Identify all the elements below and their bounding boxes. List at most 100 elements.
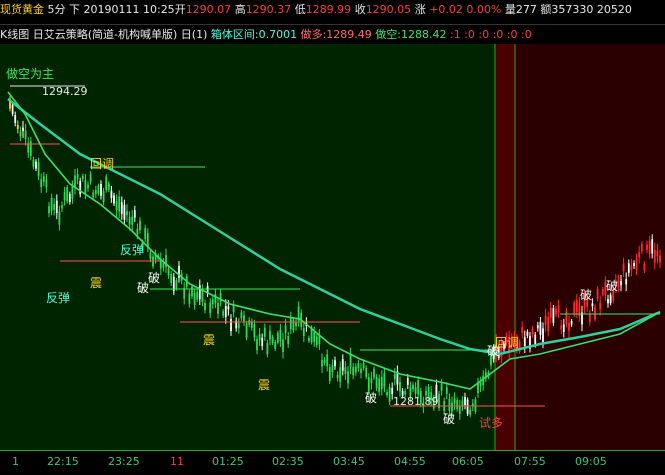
candle-body [549, 307, 552, 318]
candle-body [274, 342, 277, 349]
low-label: 低 [294, 3, 306, 16]
vol-value: 277 [515, 3, 537, 16]
candle-body [328, 367, 331, 381]
candle-body [149, 253, 152, 259]
annotation-break-a: 破 [148, 270, 160, 285]
candle-body [627, 263, 630, 273]
box-range: 箱体区间:0.7001 [210, 28, 298, 41]
time-tick: 11 [170, 455, 184, 468]
candle-body [331, 365, 334, 372]
annotation-rebound-1: 反弹 [120, 243, 144, 257]
candle-body [594, 306, 596, 320]
candle-body [659, 255, 661, 263]
candle-body [321, 359, 323, 367]
candle-body [469, 409, 472, 415]
period-label[interactable]: 5分 [48, 3, 66, 16]
time-tick: 02:35 [272, 455, 304, 468]
change-value: +0.02 [429, 3, 463, 16]
candle-body [386, 392, 388, 396]
annotation-price-high: 1294.29 [42, 85, 88, 98]
annotation-pullback-2: 回调 [495, 336, 519, 350]
high-value: 1290.37 [245, 3, 292, 16]
candle-body [256, 339, 258, 351]
candle-body [539, 321, 542, 335]
candle-body [596, 288, 599, 299]
bg-mid-zone [495, 44, 515, 450]
strategy-period: 日(1) [180, 28, 208, 41]
candle-body [107, 183, 110, 191]
candle-body [380, 376, 383, 389]
annotation-break-b: 破 [137, 280, 149, 295]
candle-body [568, 322, 570, 331]
candle-body [536, 325, 539, 329]
candle-body [11, 104, 14, 114]
low-value: 1289.99 [305, 3, 352, 16]
candle-body [334, 360, 336, 367]
quote-header: 现货黄金 5分 下 20190111 10:25开1290.07 高1290.3… [0, 0, 665, 20]
candle-body [633, 263, 635, 267]
candle-body [24, 130, 27, 139]
candle-body [263, 327, 266, 337]
candle-body [534, 334, 537, 345]
candle-body [198, 285, 201, 300]
candle-body [474, 399, 477, 412]
candle-body [211, 299, 214, 305]
candle-body [271, 336, 274, 344]
flag-values: :1 :0 :0 :0 :0 :0 [449, 28, 532, 41]
candle-body [653, 249, 656, 263]
candle-body [237, 323, 240, 329]
candle-body [120, 202, 123, 214]
candle-body [622, 263, 625, 272]
candle-body [16, 125, 19, 129]
candle-body [526, 331, 529, 336]
candle-body [479, 382, 482, 387]
annotation-shake-3: 震 [258, 378, 270, 392]
candle-body [638, 252, 641, 258]
candle-body [40, 179, 43, 188]
strategy-name[interactable]: 日艾云策略(简道-机构喊单版) [33, 28, 178, 41]
candle-body [466, 399, 469, 414]
candle-body [378, 378, 381, 392]
high-label: 高 [234, 3, 246, 16]
candle-body [521, 326, 524, 333]
candle-body [118, 196, 121, 212]
chart-type-label[interactable]: K线图 [0, 28, 29, 41]
annotation-break-g: 破 [606, 278, 618, 293]
candle-body [94, 189, 97, 195]
candle-body [552, 308, 555, 323]
candle-body [292, 319, 295, 331]
candle-body [183, 288, 186, 299]
candle-body [388, 386, 391, 402]
candle-body [68, 193, 71, 203]
candle-body [289, 316, 292, 330]
candle-body [37, 162, 40, 176]
candle-body [362, 363, 365, 369]
candle-body [573, 302, 576, 315]
annotation-shake-1: 震 [90, 276, 102, 290]
candle-body [35, 161, 37, 169]
candle-body [196, 291, 199, 300]
candle-body [76, 173, 79, 179]
open-label: 开 [174, 3, 186, 16]
candle-body [458, 405, 461, 414]
candle-body [591, 303, 594, 307]
candle-body [102, 191, 105, 202]
candle-body [354, 366, 357, 373]
close-label: 收 [354, 3, 366, 16]
candle-body [326, 354, 329, 367]
candle-body [601, 288, 604, 295]
candle-body [341, 359, 344, 371]
candle-body [414, 387, 417, 394]
candle-body [126, 211, 128, 216]
candle-body [243, 315, 245, 322]
candle-body [620, 280, 622, 286]
candle-body [544, 315, 547, 325]
candle-body [367, 377, 370, 392]
instrument-name[interactable]: 现货黄金 [0, 3, 44, 16]
candle-body [557, 305, 560, 313]
candle-body [55, 200, 58, 213]
candle-body [562, 324, 565, 332]
candle-body [209, 302, 212, 314]
candlestick-chart[interactable]: 做空为主 1294.29 回调 反弹 反弹 震 震 震 破 破 破 破 破 破 … [0, 44, 665, 450]
time-tick: 22:15 [47, 455, 79, 468]
